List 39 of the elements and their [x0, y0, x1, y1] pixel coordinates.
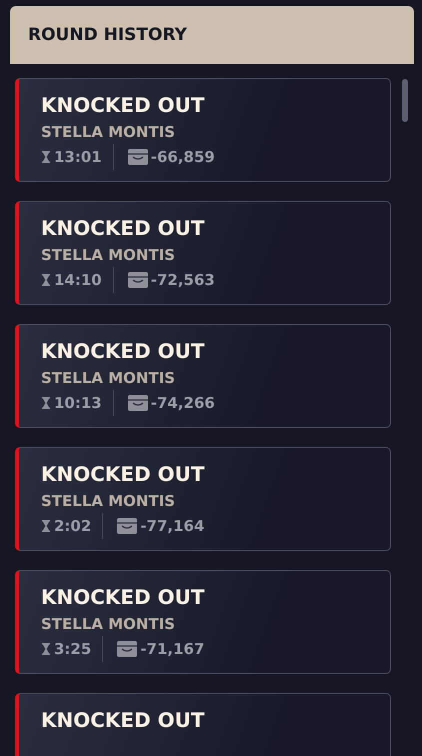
round-amount: -71,167 — [140, 640, 204, 658]
round-result: KNOCKED OUT — [41, 585, 206, 609]
round-result: KNOCKED OUT — [41, 216, 206, 240]
round-time: 3:25 — [54, 640, 92, 658]
map-name: STELLA MONTIS — [41, 492, 176, 510]
round-result: KNOCKED OUT — [41, 462, 206, 486]
round-time: 10:13 — [54, 394, 102, 412]
hourglass-icon — [41, 643, 51, 655]
round-card[interactable]: KNOCKED OUT STELLA MONTIS 14:10 -72,563 — [15, 201, 391, 305]
round-card[interactable]: KNOCKED OUT STELLA MONTIS 2:02 -77,164 — [15, 447, 391, 551]
round-time: 13:01 — [54, 148, 102, 166]
hourglass-icon — [41, 274, 51, 286]
round-result: KNOCKED OUT — [41, 708, 206, 732]
round-card[interactable]: KNOCKED OUT STELLA MONTIS 13:01 -66,859 — [15, 78, 391, 182]
round-card[interactable]: KNOCKED OUT STELLA MONTIS 3:25 -71,167 — [15, 570, 391, 674]
chest-icon — [128, 395, 148, 411]
map-name: STELLA MONTIS — [41, 246, 176, 264]
round-amount: -77,164 — [140, 517, 204, 535]
panel-title: ROUND HISTORY — [28, 25, 187, 45]
chest-icon — [117, 641, 138, 657]
round-amount: -74,266 — [150, 394, 215, 412]
chest-icon — [128, 149, 148, 165]
map-name: STELLA MONTIS — [41, 615, 176, 633]
hourglass-icon — [41, 520, 51, 532]
round-amount: -72,563 — [150, 271, 215, 289]
map-name: STELLA MONTIS — [41, 123, 176, 141]
round-result: KNOCKED OUT — [41, 93, 206, 117]
round-result: KNOCKED OUT — [41, 339, 206, 363]
round-time: 14:10 — [54, 271, 102, 289]
scrollbar-thumb[interactable] — [402, 79, 408, 122]
round-card[interactable]: KNOCKED OUT — [15, 693, 391, 756]
round-amount: -66,859 — [150, 148, 215, 166]
map-name: STELLA MONTIS — [41, 369, 176, 387]
chest-icon — [128, 272, 148, 288]
chest-icon — [117, 518, 138, 534]
hourglass-icon — [41, 151, 51, 163]
round-card[interactable]: KNOCKED OUT STELLA MONTIS 10:13 -74,266 — [15, 324, 391, 428]
hourglass-icon — [41, 397, 51, 409]
round-time: 2:02 — [54, 517, 92, 535]
